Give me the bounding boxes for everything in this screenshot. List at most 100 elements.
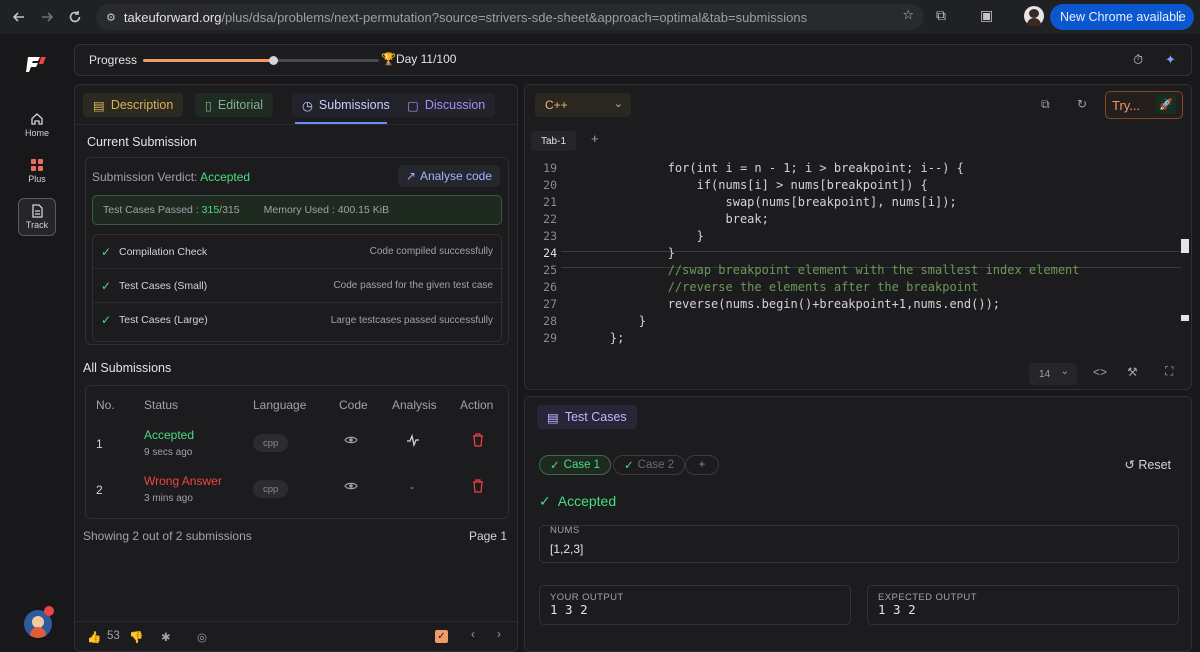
try-button[interactable]: Try... 🚀 [1105, 91, 1183, 119]
font-size-value: 14 [1039, 368, 1051, 380]
editor-tabs: Tab-1 + [525, 129, 1191, 153]
row-status[interactable]: Wrong Answer [144, 474, 222, 488]
cast-icon[interactable]: ▣ [980, 7, 993, 24]
current-submission-title: Current Submission [87, 135, 197, 149]
forward-icon[interactable] [32, 2, 62, 32]
description-icon: ▤ [93, 98, 105, 113]
extensions-icon[interactable]: ⧉ [936, 7, 946, 24]
progress-track[interactable] [143, 56, 379, 65]
code-line[interactable]: } [581, 229, 704, 243]
line-number: 27 [543, 297, 557, 311]
test-list-icon: ▤ [547, 410, 559, 425]
prev-problem-icon[interactable]: ‹ [471, 629, 475, 641]
delete-icon[interactable] [472, 433, 484, 450]
tab-submissions[interactable]: ◷ Submissions [292, 93, 400, 117]
reset-icon: ↺ [1124, 458, 1135, 472]
like-count: 53 [107, 630, 120, 642]
browser-toolbar: ⚙ takeuforward.org/plus/dsa/problems/nex… [0, 0, 1200, 34]
more-menu-icon[interactable]: ⋮ [1174, 8, 1187, 23]
activity-icon[interactable] [406, 433, 420, 450]
delete-icon[interactable] [472, 479, 484, 496]
code-line[interactable]: //reverse the elements after the breakpo… [581, 280, 979, 294]
check-label: Test Cases (Small) [119, 279, 208, 292]
scrollbar[interactable] [1177, 155, 1189, 355]
reset-code-icon[interactable]: ↻ [1077, 97, 1087, 111]
row-number: 2 [96, 483, 103, 497]
next-problem-icon[interactable]: › [497, 629, 501, 641]
check-label: Compilation Check [119, 245, 208, 258]
check-desc: Code compiled successfully [369, 246, 493, 257]
address-bar[interactable]: ⚙ takeuforward.org/plus/dsa/problems/nex… [96, 4, 924, 30]
row-status[interactable]: Accepted [144, 428, 194, 442]
check-row-large: ✓ Test Cases (Large) Large testcases pas… [93, 303, 503, 337]
copy-icon[interactable]: ⧉ [1041, 97, 1050, 112]
code-line[interactable]: reverse(nums.begin()+breakpoint+1,nums.e… [581, 297, 1000, 311]
notification-dot [44, 606, 54, 616]
test-cases-header[interactable]: ▤ Test Cases [537, 405, 637, 429]
ai-sparkle-icon[interactable]: ✦ [1165, 52, 1176, 68]
language-select[interactable]: C++ ⌄ [535, 93, 631, 117]
submission-verdict: Submission Verdict: Accepted [92, 170, 250, 184]
code-line[interactable]: //swap breakpoint element with the small… [581, 263, 1080, 277]
add-tab-icon[interactable]: + [591, 131, 599, 146]
reset-button[interactable]: ↺ Reset [1124, 457, 1171, 472]
fullscreen-icon[interactable]: ⛶ [1165, 364, 1173, 379]
thumbs-down-icon[interactable]: 👎 [129, 630, 143, 644]
bookmark-star-icon[interactable]: ☆ [902, 7, 914, 23]
code-line[interactable]: if(nums[i] > nums[breakpoint]) { [581, 178, 928, 192]
bookmark-checkbox[interactable]: ✓ [435, 630, 448, 643]
takeuforward-logo[interactable] [26, 54, 48, 74]
site-info-icon[interactable]: ⚙ [106, 11, 116, 24]
chevron-down-icon: ⌄ [613, 98, 623, 110]
case-1-tab[interactable]: ✓ Case 1 [539, 455, 612, 475]
sidebar-item-label: Home [24, 128, 49, 138]
page-number: Page 1 [468, 529, 507, 543]
profile-avatar[interactable] [1024, 6, 1044, 26]
share-icon[interactable]: ◎ [197, 630, 207, 644]
reset-label: Reset [1138, 458, 1171, 472]
code-line[interactable]: for(int i = n - 1; i > breakpoint; i--) … [581, 161, 964, 175]
sidebar-item-track[interactable]: Track [18, 198, 56, 236]
line-number: 25 [543, 263, 557, 277]
analyse-code-button[interactable]: ↗ Analyse code [397, 165, 500, 187]
back-icon[interactable] [4, 2, 34, 32]
case-2-tab[interactable]: ✓ Case 2 [613, 455, 686, 475]
add-case-button[interactable]: + [685, 455, 719, 475]
rocket-icon: 🚀 [1156, 94, 1176, 114]
paint-icon[interactable]: ⚒ [1127, 365, 1138, 379]
check-icon: ✓ [100, 278, 112, 293]
check-list: ✓ Compilation Check Code compiled succes… [92, 234, 503, 342]
code-line[interactable]: } [581, 246, 675, 260]
your-output-box: YOUR OUTPUT 1 3 2 [539, 585, 851, 625]
code-line[interactable]: }; [581, 331, 624, 345]
line-number: 28 [543, 314, 557, 328]
table-row[interactable]: 2 Wrong Answer 3 mins ago cpp - [86, 466, 510, 512]
code-line[interactable]: break; [581, 212, 768, 226]
sidebar-item-plus[interactable]: Plus [18, 152, 56, 190]
thumbs-up-icon[interactable]: 👍 [87, 630, 101, 644]
progress-knob[interactable] [268, 56, 278, 65]
bug-report-icon[interactable]: ✱ [161, 630, 171, 644]
tab-editorial[interactable]: ▯ Editorial [195, 93, 274, 117]
timer-icon[interactable]: ⏱ [1133, 52, 1143, 68]
eye-icon[interactable] [344, 480, 358, 495]
font-size-select[interactable]: 14 ⌄ [1029, 363, 1077, 385]
format-code-icon[interactable]: <> [1093, 365, 1107, 379]
track-doc-icon [32, 204, 43, 218]
day-label: Day 11/100 [395, 52, 457, 66]
problem-panel: ▤ Description ▯ Editorial ◷ Submissions … [74, 84, 518, 652]
table-row[interactable]: 1 Accepted 9 secs ago cpp [86, 420, 510, 466]
tab-description[interactable]: ▤ Description [83, 93, 184, 117]
code-area[interactable]: 19 for(int i = n - 1; i > breakpoint; i-… [525, 161, 1191, 351]
tab-code-1[interactable]: Tab-1 [531, 131, 577, 151]
reload-icon[interactable] [60, 2, 90, 32]
eye-icon[interactable] [344, 434, 358, 449]
tab-discussion[interactable]: ▢ Discussion [397, 93, 496, 117]
chrome-update-button[interactable]: New Chrome available ⋮ [1050, 4, 1194, 30]
code-line[interactable]: swap(nums[breakpoint], nums[i]); [581, 195, 956, 209]
your-output-value: 1 3 2 [550, 602, 588, 617]
sidebar-item-home[interactable]: Home [18, 106, 56, 144]
tab-label: Tab-1 [541, 135, 567, 147]
code-line[interactable]: } [581, 314, 646, 328]
test-verdict-text: Accepted [557, 493, 617, 509]
